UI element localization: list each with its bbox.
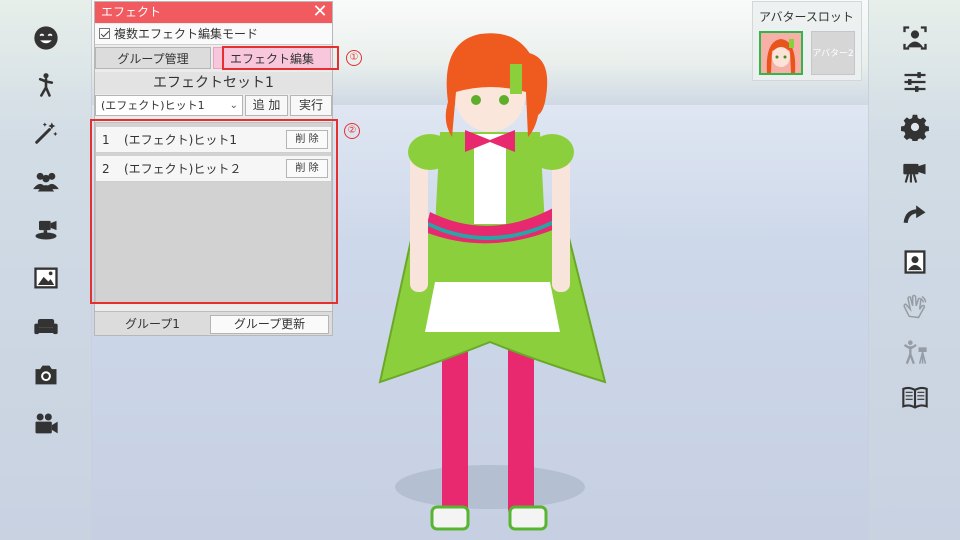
portrait-icon[interactable] xyxy=(897,244,933,280)
close-icon[interactable]: ✕ xyxy=(312,2,328,23)
group-footer: グループ1 グループ更新 xyxy=(95,311,332,335)
avatar-slot-1[interactable] xyxy=(759,31,803,75)
group-label: グループ1 xyxy=(125,317,180,331)
pose-tripod-icon[interactable] xyxy=(897,334,933,370)
avatar-character xyxy=(378,33,607,531)
annotation-box-2 xyxy=(90,119,338,304)
video-settings-icon[interactable] xyxy=(897,154,933,190)
chevron-down-icon: ⌄ xyxy=(229,100,238,111)
sliders-icon[interactable] xyxy=(897,64,933,100)
face-icon[interactable] xyxy=(28,20,64,56)
wave-hand-icon[interactable] xyxy=(897,289,933,325)
redo-icon[interactable] xyxy=(897,199,933,235)
image-icon[interactable] xyxy=(28,260,64,296)
pose-icon[interactable] xyxy=(28,67,64,103)
annotation-box-1 xyxy=(222,46,339,70)
movie-camera-icon[interactable] xyxy=(28,406,64,442)
tab-group-manage[interactable]: グループ管理 xyxy=(95,47,211,69)
group-update-button[interactable]: グループ更新 xyxy=(210,315,329,334)
add-button[interactable]: 追 加 xyxy=(245,95,288,116)
video-camera-stand-icon[interactable] xyxy=(28,211,64,247)
effect-select[interactable]: (エフェクト)ヒット1 ⌄ xyxy=(95,95,243,116)
effect-set-title: エフェクトセット1 xyxy=(95,72,332,94)
multi-edit-label: 複数エフェクト編集モード xyxy=(114,27,259,41)
annotation-number-2: ② xyxy=(344,123,360,139)
avatar-thumbnail xyxy=(761,33,801,73)
sofa-icon[interactable] xyxy=(28,308,64,344)
run-button[interactable]: 実行 xyxy=(290,95,332,116)
avatar-slot-2[interactable]: アバター2 xyxy=(811,31,855,75)
effect-select-value: (エフェクト)ヒット1 xyxy=(101,99,205,112)
multi-edit-checkbox[interactable] xyxy=(99,28,110,39)
right-toolbar xyxy=(868,0,960,540)
multi-edit-mode-toggle[interactable]: 複数エフェクト編集モード xyxy=(95,24,332,45)
panel-title-bar[interactable]: エフェクト ✕ xyxy=(95,2,332,23)
avatar-slot-panel: アバタースロット アバター2 xyxy=(752,1,862,81)
people-icon[interactable] xyxy=(28,163,64,199)
magic-wand-icon[interactable] xyxy=(28,115,64,151)
camera-icon[interactable] xyxy=(28,357,64,393)
left-toolbar xyxy=(0,0,92,540)
annotation-number-1: ① xyxy=(346,50,362,66)
avatar-slot-title: アバタースロット xyxy=(759,10,854,24)
book-icon[interactable] xyxy=(897,379,933,415)
gear-icon[interactable] xyxy=(897,109,933,145)
panel-title: エフェクト xyxy=(101,5,162,19)
person-focus-icon[interactable] xyxy=(897,20,933,56)
